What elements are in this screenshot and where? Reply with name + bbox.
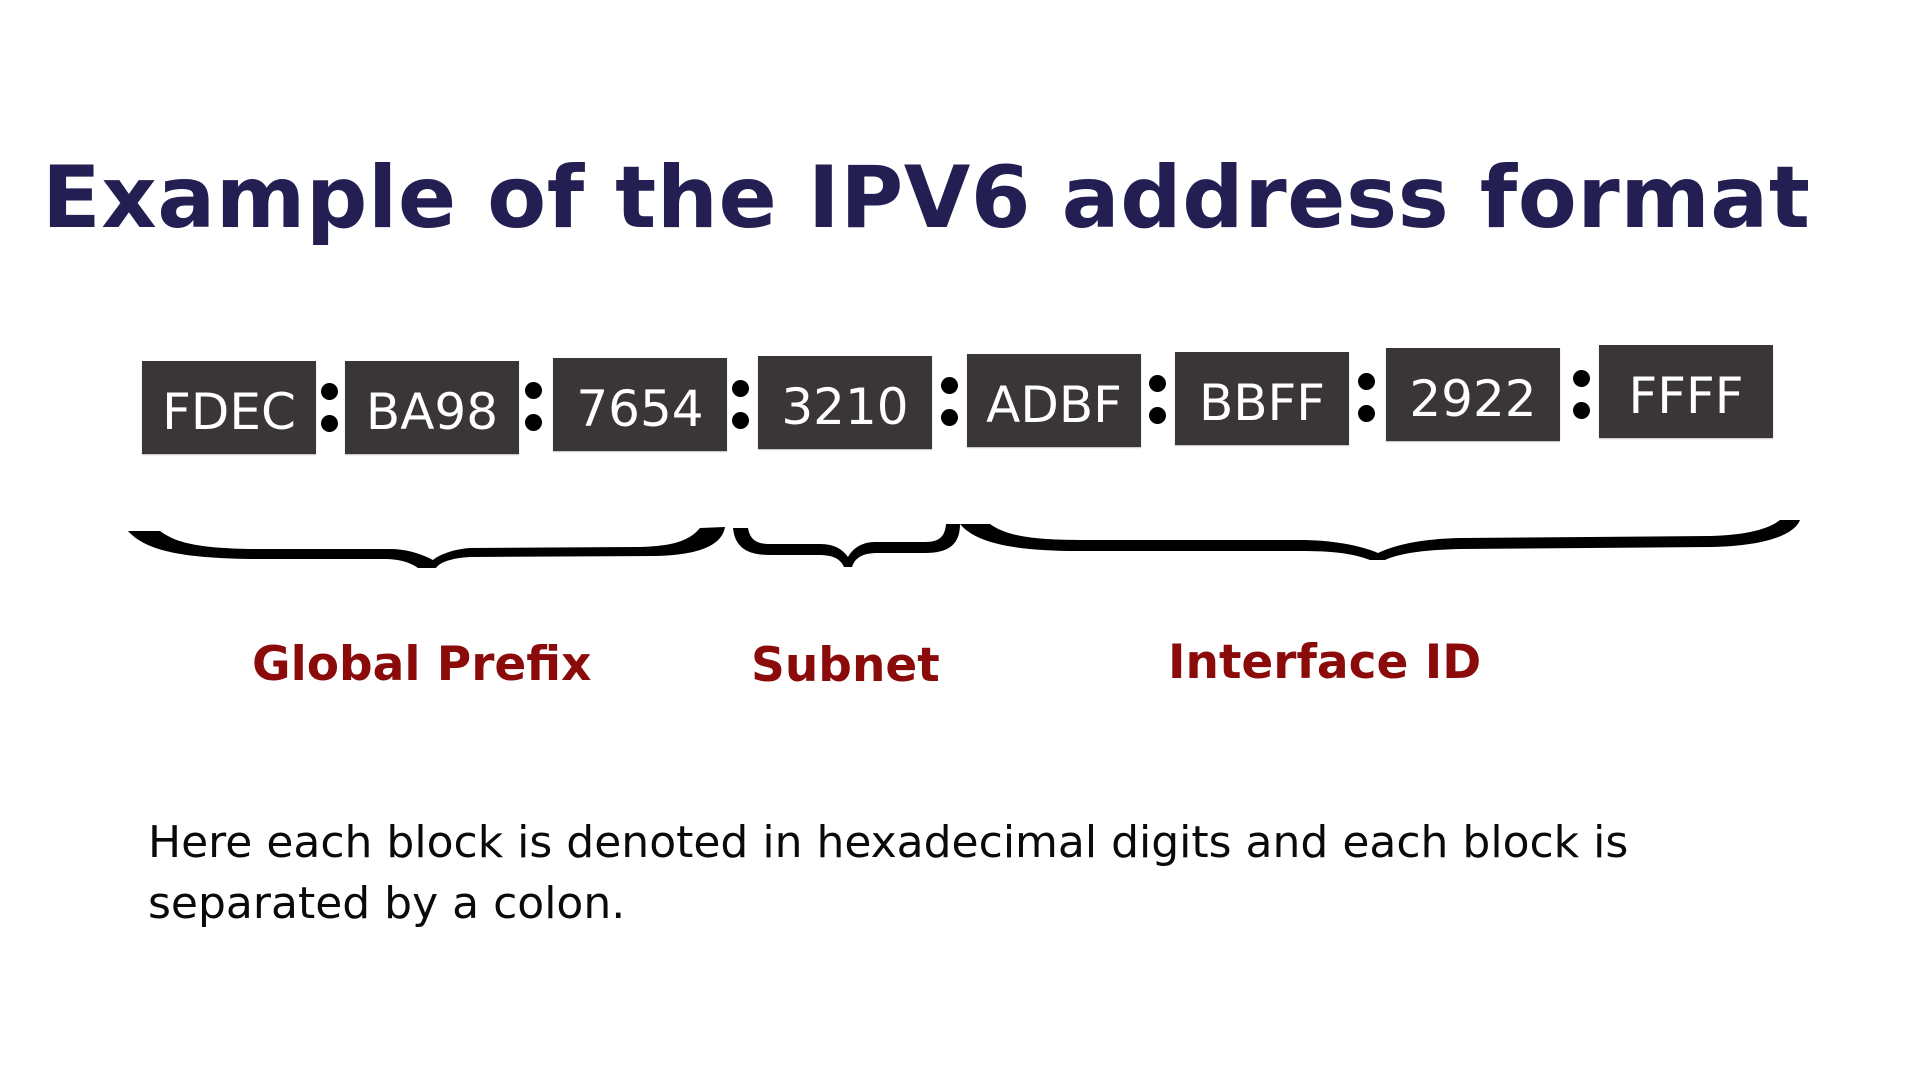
description-text: Here each block is denoted in hexadecima… xyxy=(148,817,1629,929)
global-prefix-brace xyxy=(128,527,725,568)
group-label-global-prefix: Global Prefix xyxy=(252,637,592,692)
subnet-brace xyxy=(733,524,960,567)
group-label-interface-id: Interface ID xyxy=(1168,635,1482,690)
interface-id-brace xyxy=(960,520,1800,560)
group-label-subnet: Subnet xyxy=(751,638,940,693)
